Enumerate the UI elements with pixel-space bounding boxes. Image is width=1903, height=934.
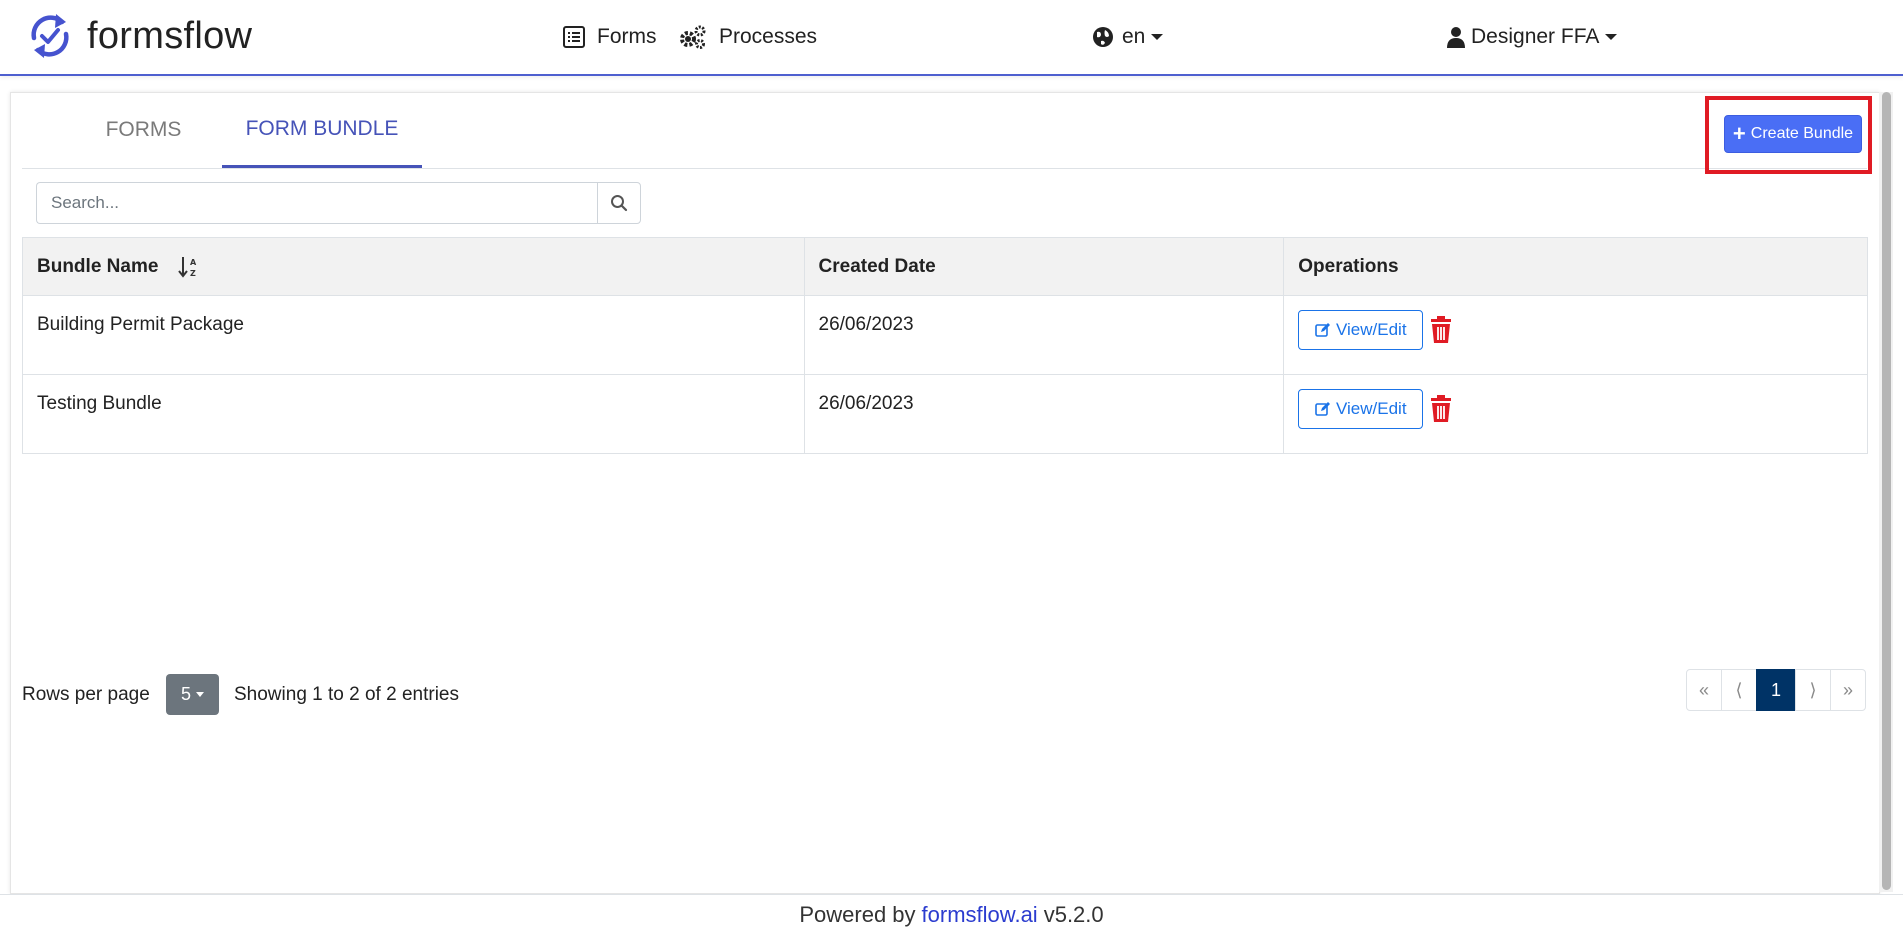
page-next-button[interactable]: ⟩	[1795, 669, 1831, 711]
trash-icon[interactable]	[1429, 395, 1453, 423]
footer-link[interactable]: formsflow.ai	[922, 902, 1038, 928]
view-edit-label: View/Edit	[1335, 399, 1407, 418]
user-dropdown[interactable]: Designer FFA	[1447, 20, 1618, 54]
tab-form-bundle[interactable]: FORM BUNDLE	[222, 92, 422, 168]
search-icon	[611, 195, 628, 212]
svg-text:A: A	[190, 258, 197, 267]
brand-name: formsflow	[87, 14, 253, 57]
nav-processes[interactable]: Processes	[678, 20, 817, 54]
chevron-down-icon	[196, 692, 204, 697]
plus-icon: +	[1732, 121, 1746, 146]
footer-version: v5.2.0	[1043, 901, 1104, 927]
form-list-icon	[563, 26, 585, 48]
nav-processes-label: Processes	[719, 25, 818, 48]
search-group	[36, 182, 641, 224]
header-operations: Operations	[1283, 237, 1868, 296]
chevron-down-icon	[1605, 34, 1618, 40]
header-bundle-name[interactable]: Bundle Name A Z	[22, 237, 805, 296]
header-created-date: Created Date	[803, 237, 1285, 296]
search-button[interactable]	[597, 182, 641, 224]
edit-icon	[1315, 402, 1330, 416]
rows-per-page-value: 5	[180, 684, 191, 704]
page-footer: Powered by formsflow.ai v5.2.0	[0, 894, 1903, 934]
top-navbar: formsflow Forms Processes en Designer FF…	[0, 0, 1903, 76]
table-header-row: Bundle Name A Z Created Date Operations	[22, 237, 1868, 296]
create-bundle-label: Create Bundle	[1750, 125, 1854, 142]
view-edit-button[interactable]: View/Edit	[1298, 389, 1424, 429]
tab-forms[interactable]: FORMS	[62, 92, 225, 168]
formsflow-logo-icon	[31, 14, 69, 58]
nav-forms[interactable]: Forms	[562, 20, 657, 54]
tab-bar: FORMS FORM BUNDLE	[22, 92, 1867, 169]
created-date-cell: 26/06/2023	[803, 295, 1285, 375]
operations-cell: View/Edit	[1283, 374, 1868, 454]
entries-summary: Showing 1 to 2 of 2 entries	[234, 684, 459, 705]
bundle-table: Bundle Name A Z Created Date Operations …	[22, 237, 1868, 454]
page-prev-button[interactable]: ⟨	[1721, 669, 1757, 711]
page-last-button[interactable]: »	[1830, 669, 1866, 711]
gears-icon	[680, 25, 706, 49]
table-row: Building Permit Package 26/06/2023 View/…	[22, 295, 1868, 375]
svg-text:Z: Z	[190, 269, 196, 278]
language-dropdown[interactable]: en	[1092, 20, 1164, 54]
sort-alpha-icon[interactable]: A Z	[177, 255, 198, 279]
created-date-cell: 26/06/2023	[803, 374, 1285, 454]
user-icon	[1447, 27, 1465, 48]
operations-cell: View/Edit	[1283, 295, 1868, 375]
view-edit-button[interactable]: View/Edit	[1298, 310, 1424, 350]
user-name: Designer FFA	[1471, 25, 1600, 48]
bundle-name-cell: Testing Bundle	[22, 374, 805, 454]
pagination: « ⟨ 1 ⟩ »	[1686, 669, 1866, 711]
header-bundle-name-label: Bundle Name	[37, 255, 159, 277]
nav-forms-label: Forms	[597, 25, 657, 48]
table-row: Testing Bundle 26/06/2023 View/Edit	[22, 374, 1868, 454]
bundle-name-cell: Building Permit Package	[22, 295, 805, 375]
rows-per-page-label: Rows per page	[22, 684, 150, 705]
language-label: en	[1122, 25, 1146, 48]
search-input[interactable]	[36, 182, 597, 224]
chevron-down-icon	[1151, 34, 1164, 40]
page-first-button[interactable]: «	[1686, 669, 1722, 711]
brand[interactable]: formsflow	[26, 8, 252, 64]
globe-icon	[1093, 27, 1113, 47]
create-bundle-button[interactable]: + Create Bundle	[1724, 115, 1862, 153]
page-current-button[interactable]: 1	[1756, 669, 1796, 711]
edit-icon	[1315, 323, 1330, 337]
scrollbar-thumb[interactable]	[1882, 92, 1891, 890]
view-edit-label: View/Edit	[1335, 320, 1407, 339]
footer-prefix: Powered by	[799, 901, 916, 927]
rows-per-page-select[interactable]: 5	[166, 674, 219, 715]
trash-icon[interactable]	[1429, 316, 1453, 344]
